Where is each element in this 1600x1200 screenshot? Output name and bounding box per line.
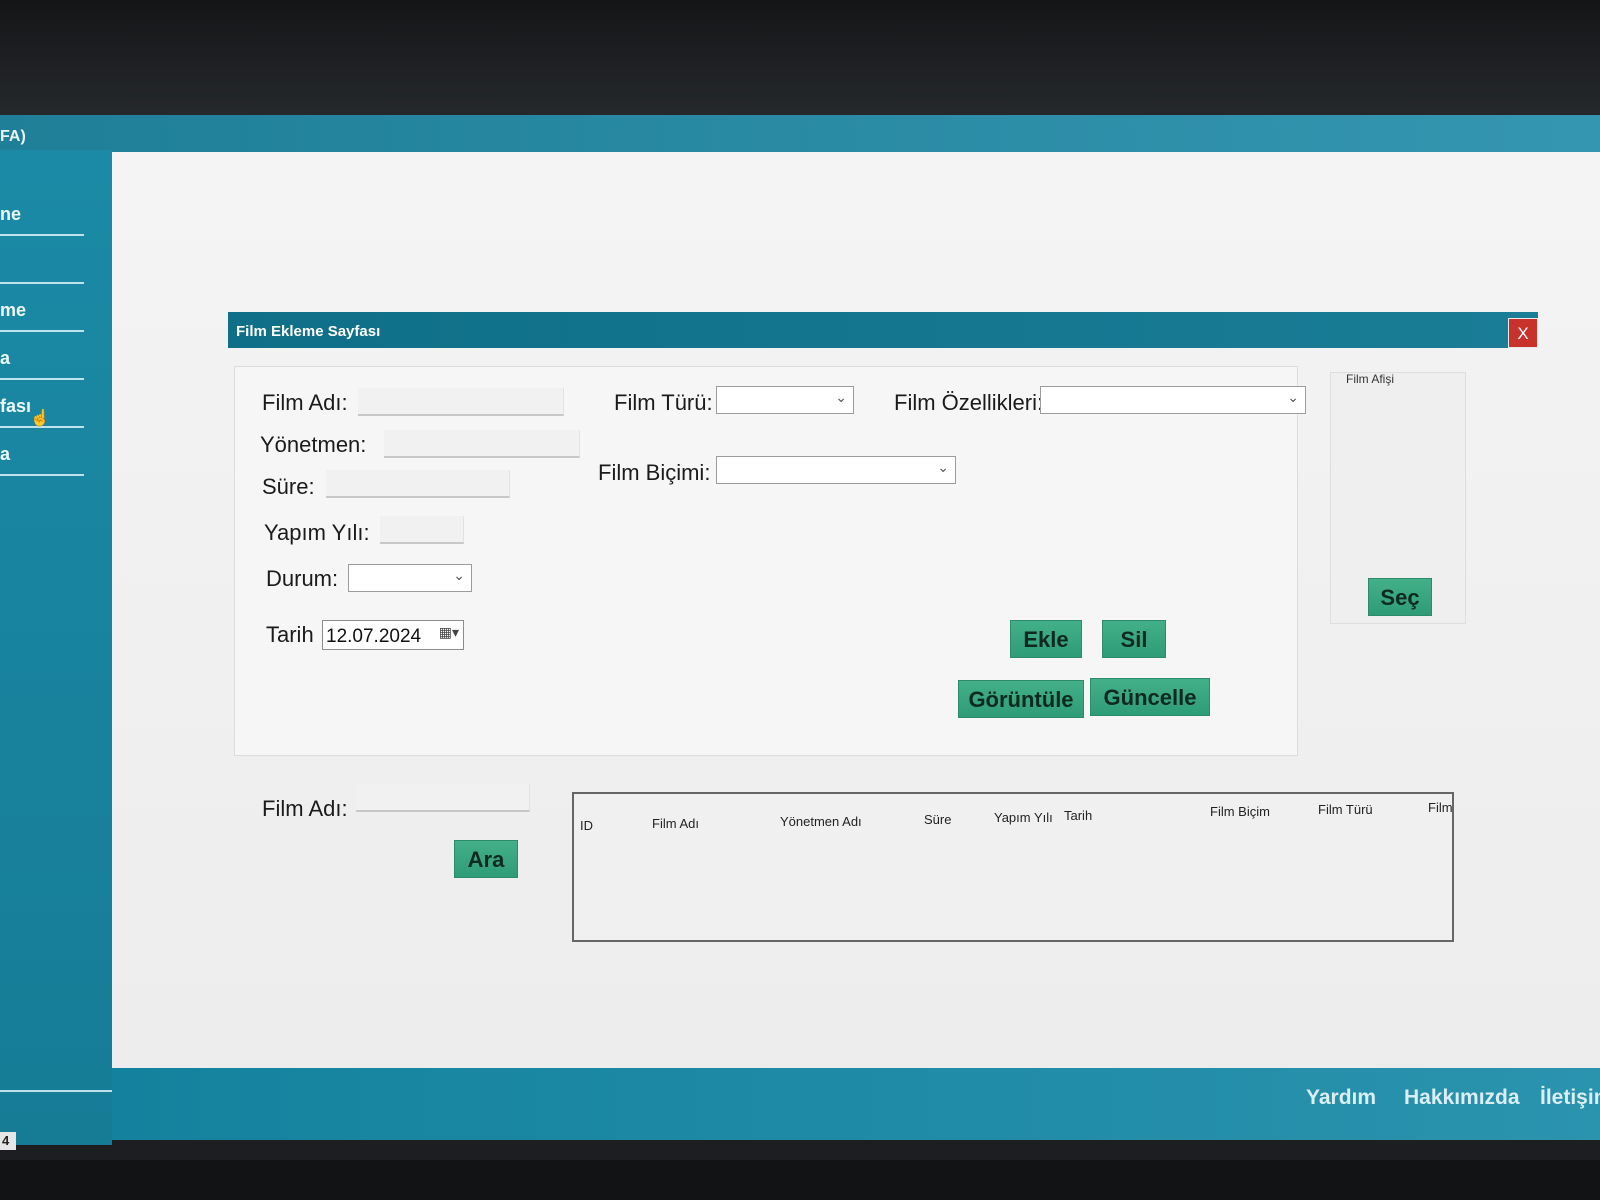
search-film-name-input[interactable] (356, 784, 530, 812)
chevron-down-icon: ⌄ (1287, 389, 1299, 405)
view-button[interactable]: Görüntüle (958, 680, 1084, 718)
date-picker[interactable]: 12.07.2024 ▦▾ (322, 620, 464, 650)
update-button[interactable]: Güncelle (1090, 678, 1210, 716)
dialog-title-bar: Film Ekleme Sayfası (228, 312, 1538, 348)
calendar-icon[interactable]: ▦▾ (439, 624, 459, 641)
duration-input[interactable] (326, 470, 510, 498)
production-year-label: Yapım Yılı: (264, 520, 370, 545)
contact-link[interactable]: İletişim (1540, 1086, 1600, 1110)
film-name-label: Film Adı: (262, 390, 348, 415)
duration-label: Süre: (262, 474, 315, 499)
search-button[interactable]: Ara (454, 840, 518, 878)
close-icon: X (1517, 324, 1529, 343)
date-label: Tarih (266, 622, 314, 647)
film-genre-select[interactable]: ⌄ (716, 386, 854, 414)
screen: FA) ne me a fası a 4 ☝ Yardım Hakkımızda… (0, 0, 1600, 1200)
poster-label: Film Afişi (1346, 372, 1394, 386)
film-name-input[interactable] (358, 388, 564, 416)
select-poster-button[interactable]: Seç (1368, 578, 1432, 616)
sidebar-page-indicator: 4 (0, 1132, 16, 1150)
app-title-bar: FA) (0, 115, 1600, 155)
status-select[interactable]: ⌄ (348, 564, 472, 592)
close-button[interactable]: X (1508, 318, 1538, 348)
table-header-genre[interactable]: Film Türü (1318, 802, 1373, 817)
add-button[interactable]: Ekle (1010, 620, 1082, 658)
search-film-name-label: Film Adı: (262, 796, 348, 821)
table-header-date[interactable]: Tarih (1064, 808, 1092, 823)
dialog-title: Film Ekleme Sayfası (236, 323, 381, 340)
status-bar (112, 1068, 1600, 1140)
help-link[interactable]: Yardım (1306, 1086, 1376, 1110)
sidebar-item-6[interactable]: a (0, 430, 84, 476)
sidebar-item-4[interactable]: a (0, 334, 84, 380)
director-input[interactable] (384, 430, 580, 458)
table-header-film-name[interactable]: Film Adı (652, 816, 699, 831)
production-year-input[interactable] (380, 516, 464, 544)
sidebar-item-1[interactable]: ne (0, 190, 84, 236)
table-header-id[interactable]: ID (580, 818, 593, 833)
film-features-select[interactable]: ⌄ (1040, 386, 1306, 414)
table-header-year[interactable]: Yapım Yılı (994, 810, 1053, 825)
table-header-format[interactable]: Film Biçim (1210, 804, 1270, 819)
table-header-duration[interactable]: Süre (924, 812, 951, 827)
film-genre-label: Film Türü: (614, 390, 713, 415)
chevron-down-icon: ⌄ (937, 459, 949, 475)
app-title: FA) (0, 128, 26, 145)
monitor-bezel-top (0, 0, 1600, 118)
film-format-select[interactable]: ⌄ (716, 456, 956, 484)
chevron-down-icon: ⌄ (453, 567, 465, 583)
film-features-label: Film Özellikleri: (894, 390, 1044, 415)
monitor-bezel-bottom (0, 1160, 1600, 1200)
sidebar-item-3[interactable]: me (0, 286, 84, 332)
table-header-film-more[interactable]: Film (1428, 800, 1453, 815)
delete-button[interactable]: Sil (1102, 620, 1166, 658)
status-label: Durum: (266, 566, 339, 591)
director-label: Yönetmen: (260, 432, 367, 457)
date-value: 12.07.2024 (326, 626, 422, 647)
about-link[interactable]: Hakkımızda (1404, 1086, 1520, 1110)
sidebar-item-2[interactable] (0, 238, 84, 284)
hand-cursor-icon: ☝ (30, 410, 50, 427)
table-header-director[interactable]: Yönetmen Adı (780, 814, 862, 829)
film-format-label: Film Biçimi: (598, 460, 711, 485)
sidebar-divider (0, 1090, 120, 1092)
chevron-down-icon: ⌄ (835, 389, 847, 405)
